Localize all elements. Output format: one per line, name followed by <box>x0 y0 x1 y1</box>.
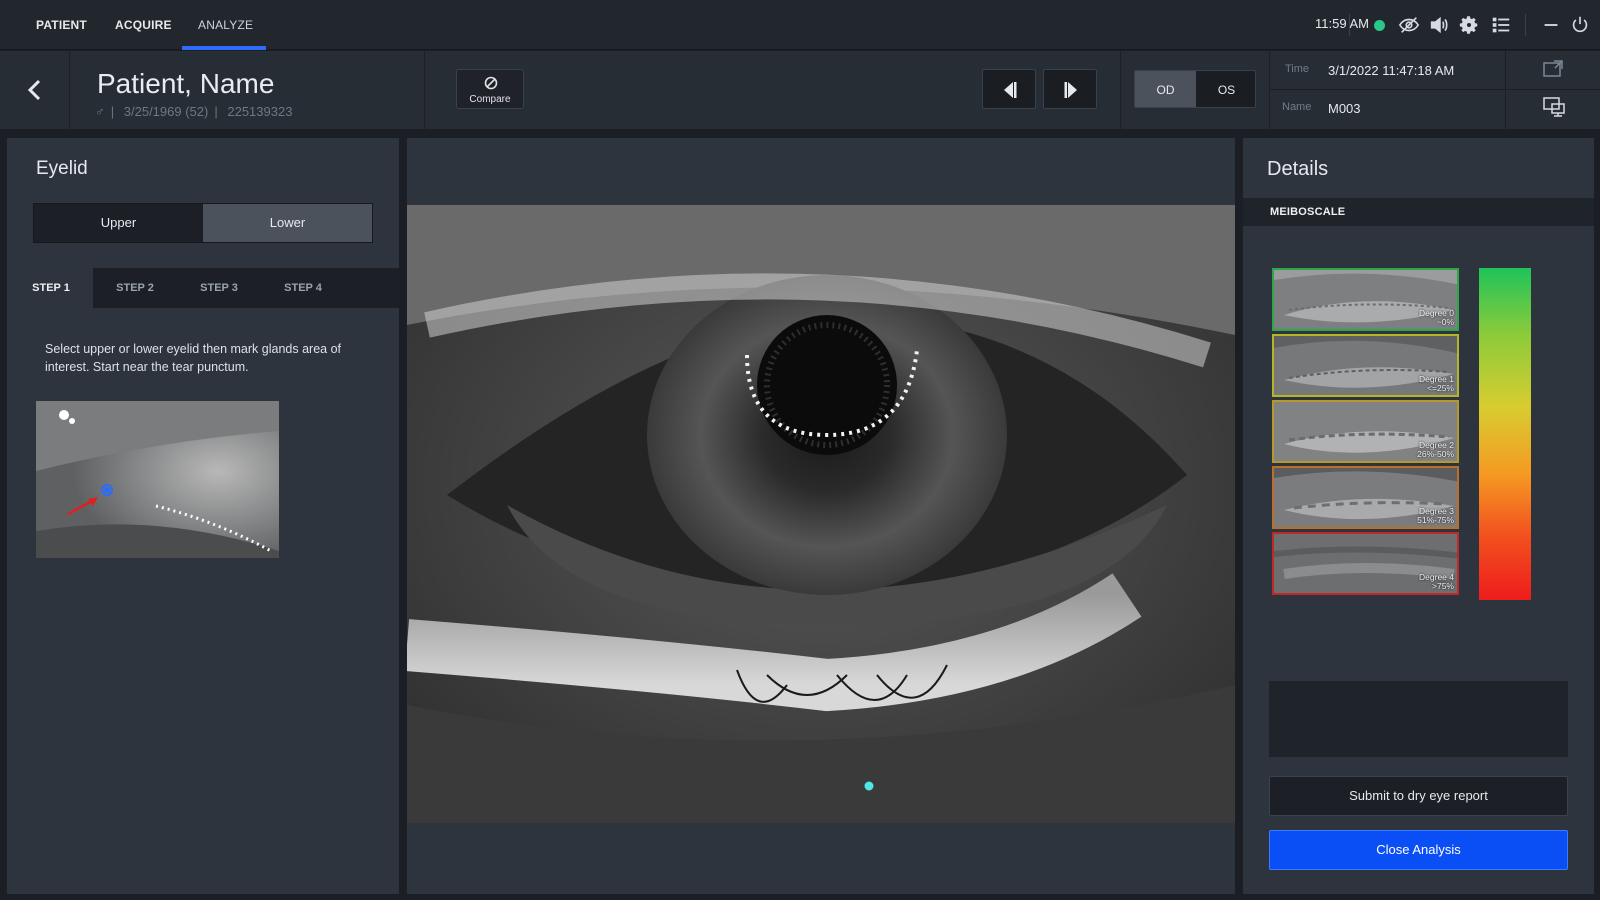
degree-0-reference[interactable]: Degree 0 ~0% <box>1272 268 1459 331</box>
eyelid-title: Eyelid <box>36 158 88 179</box>
status-indicator <box>1374 20 1385 31</box>
previous-icon <box>1004 82 1017 98</box>
patient-meta: ♂ | 3/25/1969 (52) | 225139323 <box>95 104 293 119</box>
minimize-icon[interactable] <box>1540 14 1562 36</box>
tab-step-2[interactable]: STEP 2 <box>93 268 177 308</box>
tab-patient[interactable]: PATIENT <box>36 0 87 50</box>
export-icon[interactable] <box>1543 60 1563 83</box>
degree-3-reference[interactable]: Degree 3 51%-75% <box>1272 466 1459 529</box>
name-value: M003 <box>1328 101 1361 116</box>
degree-1-reference[interactable]: Degree 1 <=25% <box>1272 334 1459 397</box>
details-panel: Details MEIBOSCALE Degree 0 ~0% Degree 1 <… <box>1243 138 1594 894</box>
degree-2-reference[interactable]: Degree 2 26%-50% <box>1272 400 1459 463</box>
active-tab-indicator <box>182 46 266 50</box>
chevron-left-icon <box>27 79 41 101</box>
tab-acquire[interactable]: ACQUIRE <box>115 0 172 50</box>
gear-icon[interactable] <box>1458 14 1480 36</box>
patient-id: 225139323 <box>227 104 293 119</box>
patient-name: Patient, Name <box>97 68 275 99</box>
back-button[interactable] <box>0 51 70 129</box>
visibility-off-icon[interactable] <box>1398 14 1420 36</box>
power-icon[interactable] <box>1569 14 1591 36</box>
close-analysis-button[interactable]: Close Analysis <box>1269 830 1568 870</box>
name-label: Name <box>1282 101 1312 113</box>
divider <box>1505 51 1506 129</box>
previous-image-button[interactable] <box>982 69 1036 109</box>
degree-4-label: Degree 4 >75% <box>1419 572 1454 591</box>
clock: 11:59 AM <box>1315 16 1369 31</box>
lower-eyelid-button[interactable]: Lower <box>203 204 372 242</box>
list-menu-icon[interactable] <box>1490 14 1512 36</box>
tab-step-1[interactable]: STEP 1 <box>9 268 93 308</box>
degree-3-label: Degree 3 51%-75% <box>1417 506 1454 525</box>
meibography-image[interactable] <box>407 205 1235 823</box>
divider <box>424 51 425 129</box>
next-icon <box>1064 82 1077 98</box>
tab-step-3[interactable]: STEP 3 <box>177 268 261 308</box>
screen-share-icon[interactable] <box>1543 97 1565 122</box>
step-tabs: STEP 1 STEP 2 STEP 3 STEP 4 <box>9 268 399 308</box>
degree-2-label: Degree 2 26%-50% <box>1417 440 1454 459</box>
gender-icon: ♂ <box>95 104 105 119</box>
degree-0-label: Degree 0 ~0% <box>1419 308 1454 327</box>
divider <box>1120 51 1121 129</box>
compare-icon <box>484 76 498 90</box>
instruction-example-image <box>36 401 279 558</box>
od-toggle[interactable]: OD <box>1135 71 1196 107</box>
details-title: Details <box>1267 158 1329 180</box>
compare-button[interactable]: Compare <box>456 69 524 109</box>
patient-dob: 3/25/1969 (52) <box>123 104 209 119</box>
eyelid-panel: Eyelid Upper Lower STEP 1 STEP 2 STEP 3 … <box>7 138 399 894</box>
divider <box>1349 14 1350 36</box>
divider <box>1525 14 1526 36</box>
time-value: 3/1/2022 11:47:18 AM <box>1328 63 1455 78</box>
eye-selector: OD OS <box>1134 70 1256 108</box>
meiboscale-color-gradient <box>1479 268 1531 600</box>
divider <box>1270 89 1600 90</box>
meiboscale-header: MEIBOSCALE <box>1243 198 1594 226</box>
time-label: Time <box>1285 63 1310 75</box>
divider <box>1269 51 1270 129</box>
volume-icon[interactable] <box>1428 14 1450 36</box>
results-box <box>1269 681 1568 757</box>
step-instructions: Select upper or lower eyelid then mark g… <box>45 342 341 374</box>
degree-4-reference[interactable]: Degree 4 >75% <box>1272 532 1459 595</box>
image-viewer <box>407 138 1235 894</box>
next-image-button[interactable] <box>1043 69 1097 109</box>
submit-to-dry-eye-report-button[interactable]: Submit to dry eye report <box>1269 776 1568 816</box>
os-toggle[interactable]: OS <box>1196 71 1255 107</box>
degree-1-label: Degree 1 <=25% <box>1419 374 1454 393</box>
meiboscale-label: MEIBOSCALE <box>1270 206 1346 218</box>
tab-step-4[interactable]: STEP 4 <box>261 268 345 308</box>
upper-eyelid-button[interactable]: Upper <box>34 204 203 242</box>
eyelid-segmented-control: Upper Lower <box>33 203 373 243</box>
patient-header: Patient, Name ♂ | 3/25/1969 (52) | 2251393… <box>0 51 1600 129</box>
tab-analyze[interactable]: ANALYZE <box>198 0 253 50</box>
top-nav-bar: PATIENT ACQUIRE ANALYZE 11:59 AM <box>0 0 1600 50</box>
compare-label: Compare <box>469 94 511 105</box>
